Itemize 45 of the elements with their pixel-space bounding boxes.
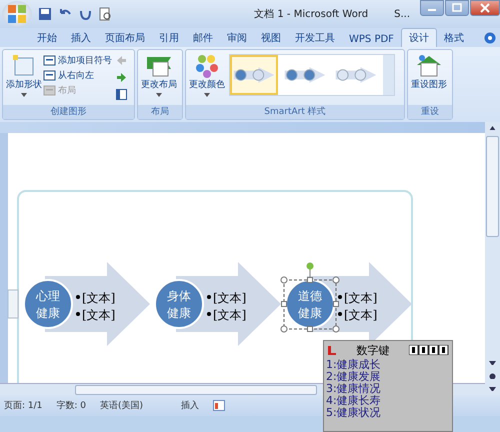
add-shape-button[interactable]: 添加形状 <box>5 52 43 99</box>
insert-mode[interactable]: 插入 <box>181 399 200 412</box>
ribbon-tab[interactable]: 插入 <box>64 29 98 47</box>
circle-label: 道德 <box>298 288 322 303</box>
ribbon-tab[interactable]: 页面布局 <box>98 29 152 47</box>
bullet-text[interactable]: [文本] <box>213 308 246 322</box>
ribbon-large-button[interactable]: 更改布局 <box>140 52 178 99</box>
ime-candidate[interactable]: 3:健康情况 <box>324 383 452 395</box>
ime-candidate[interactable]: 1:健康成长 <box>324 359 452 371</box>
word-count[interactable]: 字数: 0 <box>56 399 86 412</box>
ribbon-large-button[interactable]: 重设图形 <box>410 52 448 93</box>
bullet-text[interactable]: [文本] <box>344 308 378 322</box>
page-count[interactable]: 页面: 1/1 <box>4 399 42 412</box>
ime-candidate[interactable]: 2:健康发展 <box>324 371 452 383</box>
ribbon-tab[interactable]: 设计 <box>400 28 437 47</box>
group-label: 重设 <box>408 105 452 119</box>
group-label: SmartArt 样式 <box>186 105 404 119</box>
bullet-text[interactable]: [文本] <box>213 290 246 305</box>
group-label: 创建图形 <box>3 105 134 119</box>
circle-label: 心理 <box>36 288 60 303</box>
ime-candidate[interactable]: 4:健康长寿 <box>324 395 452 407</box>
ime-candidate[interactable]: 5:健康状况 <box>324 407 452 419</box>
circle-label: 身体 <box>167 288 191 303</box>
circle-label: 健康 <box>167 306 191 320</box>
bullet-text[interactable]: [文本] <box>82 290 116 305</box>
circle-label: 健康 <box>298 306 322 320</box>
bullet-text[interactable]: [文本] <box>82 308 116 322</box>
ribbon-tab[interactable]: 邮件 <box>186 29 220 47</box>
window-title-fragment: S... <box>394 8 410 20</box>
ribbon-tab[interactable]: 开始 <box>30 29 64 47</box>
window-title: 文档 1 - Microsoft Word <box>254 8 368 21</box>
ribbon-large-button[interactable]: 更改颜色 <box>188 52 226 99</box>
ribbon-tab[interactable]: 引用 <box>152 29 186 47</box>
ribbon-tab[interactable]: 格式 <box>436 29 471 47</box>
bullet-text[interactable]: [文本] <box>344 290 378 305</box>
ribbon-tab[interactable]: 视图 <box>254 29 288 47</box>
ime-title: 数字键 <box>356 342 390 358</box>
ribbon-button[interactable]: 添加项目符号 <box>43 54 112 67</box>
language-indicator[interactable]: 英语(美国) <box>100 399 144 412</box>
ribbon-tab[interactable]: 审阅 <box>220 29 254 47</box>
ribbon-tab[interactable]: WPS PDF <box>342 32 401 47</box>
ribbon-tab[interactable]: 开发工具 <box>288 29 342 47</box>
ribbon-button[interactable]: 从右向左 <box>43 69 112 82</box>
circle-label: 健康 <box>36 306 60 320</box>
group-label: 布局 <box>138 105 182 119</box>
